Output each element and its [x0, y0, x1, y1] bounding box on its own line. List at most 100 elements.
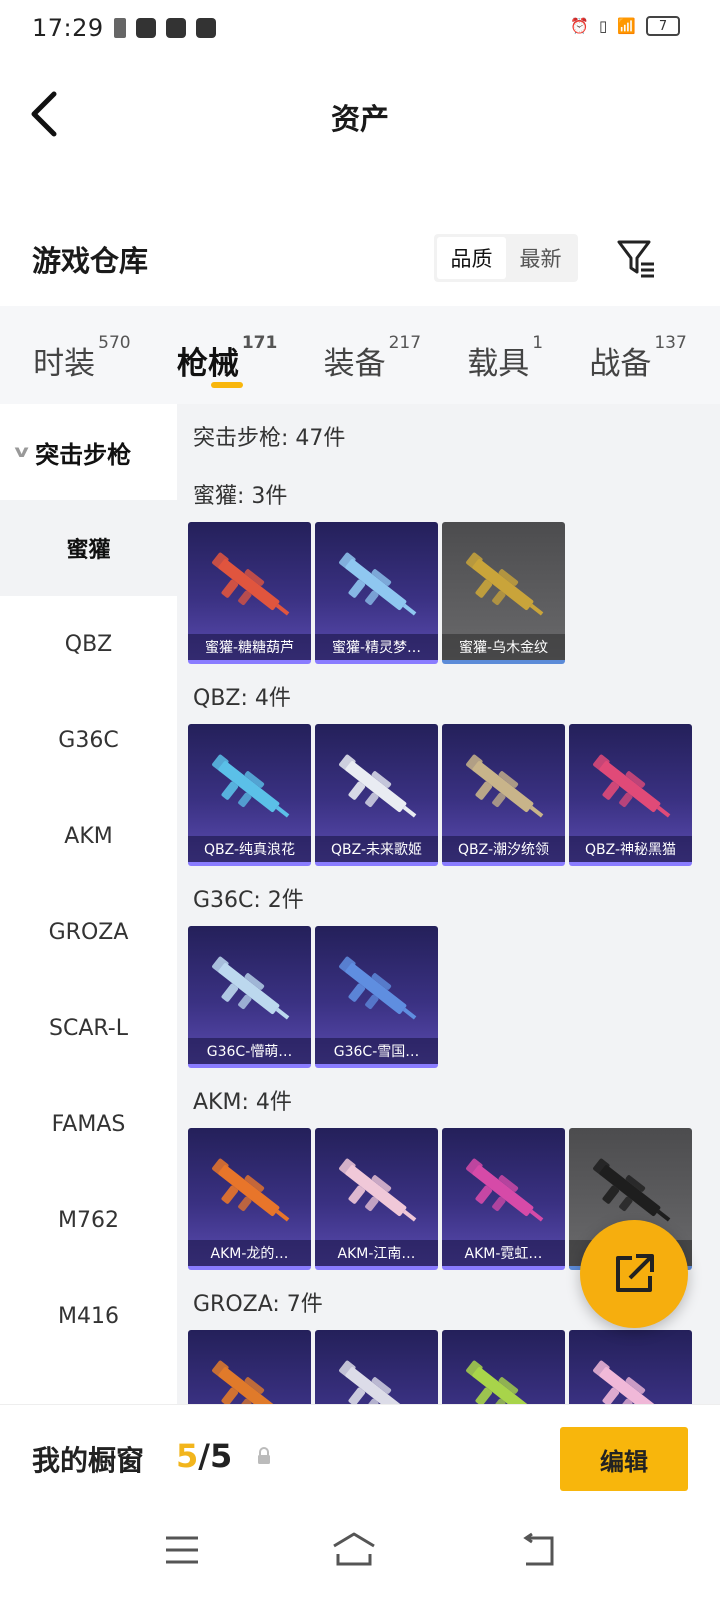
rifle-icon [339, 552, 417, 616]
sidebar-item-qbz[interactable]: QBZ [0, 596, 177, 692]
tab-firearms[interactable]: 枪械 171 [176, 306, 278, 404]
tab-count: 1 [532, 333, 544, 353]
showcase-current: 5 [176, 1437, 199, 1475]
notification-icons [114, 18, 216, 38]
sidebar-item-famas[interactable]: FAMAS [0, 1076, 177, 1172]
chevron-down-icon: v [14, 442, 29, 462]
sort-newest[interactable]: 最新 [506, 237, 575, 279]
tab-label: 载具 [467, 346, 530, 382]
weapon-card[interactable]: AKM-龙的… [188, 1128, 311, 1270]
nav-back-button[interactable] [516, 1530, 564, 1570]
sidebar-item-groza[interactable]: GROZA [0, 884, 177, 980]
weapon-card-name: QBZ-纯真浪花 [188, 836, 311, 862]
weapon-card-name: 蜜獾-乌木金纹 [442, 634, 565, 660]
weapon-card-name: AKM-霓虹… [442, 1240, 565, 1266]
app-icon [166, 18, 186, 38]
showcase-bar: 我的橱窗 5/5 编辑 [0, 1404, 720, 1504]
weapon-card[interactable]: G36C-懵萌… [188, 926, 311, 1068]
category-header: 突击步枪: 47件 [193, 426, 346, 451]
weapon-card[interactable]: AKM-江南… [315, 1128, 438, 1270]
app-screen: { "status_bar": {"time": "17:29", "batte… [0, 0, 720, 1600]
rifle-icon [212, 1158, 290, 1222]
rifle-icon [466, 1158, 544, 1222]
weapon-card-name: 蜜獾-糖糖葫芦 [188, 634, 311, 660]
back-icon [523, 1532, 554, 1566]
weapon-card[interactable]: G36C-雪国… [315, 926, 438, 1068]
rifle-icon [212, 754, 290, 818]
weapon-card[interactable] [569, 1330, 692, 1404]
tab-label: 枪械 [176, 346, 239, 382]
lock-icon [258, 1447, 270, 1464]
weapon-card[interactable]: QBZ-未来歌姬 [315, 724, 438, 866]
rifle-icon [466, 754, 544, 818]
home-icon [333, 1532, 375, 1566]
wifi-icon: 📶 [617, 17, 636, 35]
weapon-card-name: 蜜獾-精灵梦… [315, 634, 438, 660]
rifle-icon [339, 956, 417, 1020]
section-label: GROZA: 7件 [193, 1292, 323, 1317]
message-icon [136, 18, 156, 38]
rifle-icon [466, 1360, 534, 1404]
weapon-card-name: QBZ-神秘黑猫 [569, 836, 692, 862]
weapon-card[interactable]: AKM-霓虹… [442, 1128, 565, 1270]
section-label: QBZ: 4件 [193, 686, 291, 711]
tab-count: 171 [241, 333, 278, 353]
page-title: 资产 [330, 102, 389, 136]
rifle-icon [593, 754, 671, 818]
system-nav-bar [0, 1504, 720, 1600]
sort-quality[interactable]: 品质 [437, 237, 506, 279]
sidebar-item-akm[interactable]: AKM [0, 788, 177, 884]
tab-label: 装备 [323, 346, 386, 382]
play-icon [196, 18, 216, 38]
weapon-card[interactable]: 蜜獾-乌木金纹 [442, 522, 565, 664]
section-label: 蜜獾: 3件 [193, 484, 288, 509]
weapon-card[interactable]: QBZ-纯真浪花 [188, 724, 311, 866]
weapon-card-name: G36C-懵萌… [188, 1038, 311, 1064]
tab-count: 137 [654, 333, 687, 353]
section-label: AKM: 4件 [193, 1090, 292, 1115]
weapon-card[interactable]: 蜜獾-糖糖葫芦 [188, 522, 311, 664]
rifle-icon [339, 1158, 417, 1222]
share-fab-button[interactable] [580, 1220, 688, 1328]
rifle-icon [212, 552, 290, 616]
battery-level: 7 [658, 18, 668, 34]
sort-toggle: 品质 最新 [434, 234, 578, 282]
weapon-card[interactable]: QBZ-神秘黑猫 [569, 724, 692, 866]
weapon-card[interactable]: QBZ-潮汐统领 [442, 724, 565, 866]
rifle-icon [593, 1360, 661, 1404]
section-label: G36C: 2件 [193, 888, 304, 913]
weapon-card-name: AKM-江南… [315, 1240, 438, 1266]
sidebar-group-label: 突击步枪 [35, 440, 132, 469]
tab-vehicles[interactable]: 载具 1 [467, 306, 543, 404]
showcase-total: 5 [209, 1437, 233, 1475]
top-header: 资产 [0, 58, 720, 168]
sidebar-group-assault-rifles[interactable]: v 突击步枪 [0, 404, 177, 500]
sidebar-item-m762[interactable]: M762 [0, 1172, 177, 1268]
tab-count: 217 [388, 333, 422, 353]
edit-button[interactable]: 编辑 [560, 1427, 688, 1491]
tab-count: 570 [98, 333, 131, 353]
tab-fashion[interactable]: 时装 570 [33, 306, 130, 404]
showcase-count: 5/5 [176, 1437, 233, 1475]
tab-equipment[interactable]: 装备 217 [324, 306, 421, 404]
weapon-card-name: AKM-龙的… [188, 1240, 311, 1266]
sim-icon [114, 18, 126, 38]
rifle-icon [466, 552, 544, 616]
weapon-card-name: G36C-雪国… [315, 1038, 438, 1064]
nav-menu-button[interactable] [158, 1530, 206, 1570]
alarm-icon: ⏰ [570, 17, 590, 35]
nav-home-button[interactable] [330, 1530, 378, 1570]
sidebar-item-honey-badger[interactable]: 蜜獾 [0, 500, 177, 596]
sidebar-item-g36c[interactable]: G36C [0, 692, 177, 788]
weapon-card[interactable]: 蜜獾-精灵梦… [315, 522, 438, 664]
rifle-icon [339, 1360, 407, 1404]
filter-button[interactable] [614, 236, 658, 280]
share-external-icon [616, 1254, 654, 1292]
weapon-card[interactable] [188, 1330, 311, 1404]
sidebar-item-m416[interactable]: M416 [0, 1268, 177, 1364]
tab-combat-gear[interactable]: 战备 137 [589, 306, 686, 404]
weapon-card[interactable] [315, 1330, 438, 1404]
weapon-card[interactable] [442, 1330, 565, 1404]
sidebar-item-scar-l[interactable]: SCAR-L [0, 980, 177, 1076]
rifle-icon [339, 754, 417, 818]
